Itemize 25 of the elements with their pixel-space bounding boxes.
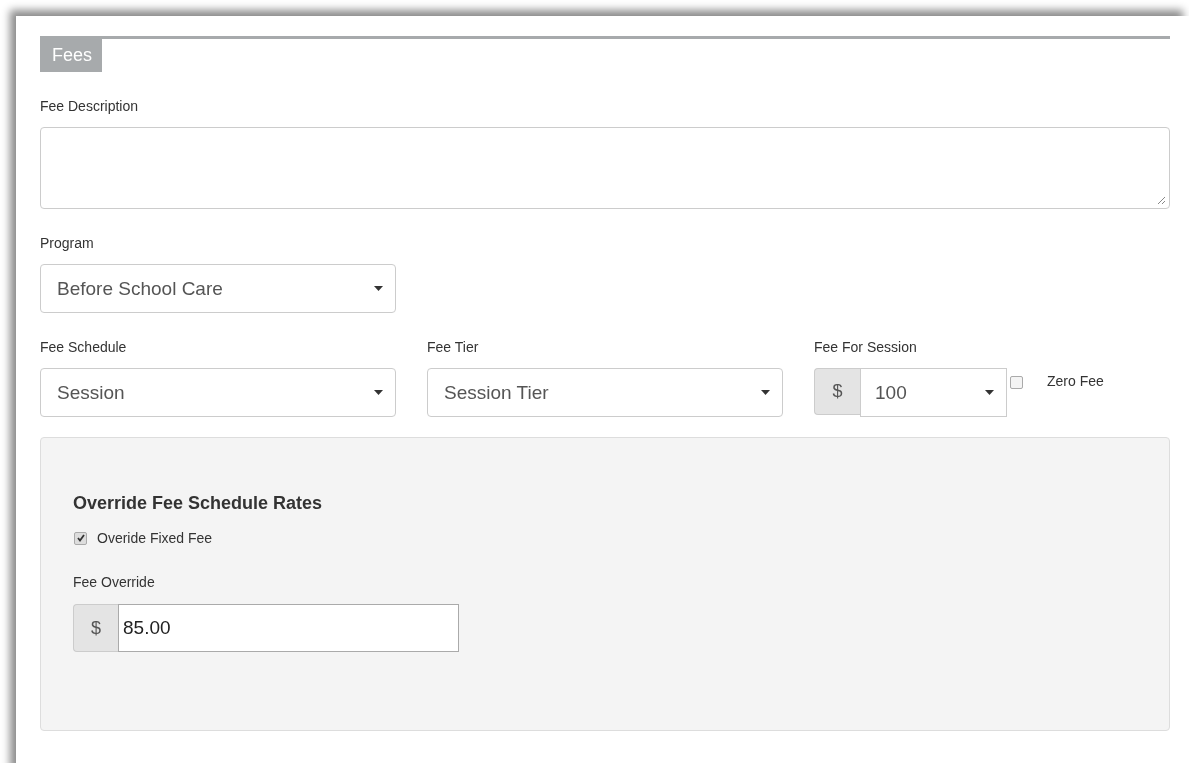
checkbox[interactable] xyxy=(1010,376,1023,389)
dropdown-select[interactable]: Session xyxy=(40,368,396,417)
description-field[interactable] xyxy=(40,127,1170,209)
field-label: Fee For Session xyxy=(814,339,918,355)
field-label: Fee Schedule xyxy=(40,339,128,355)
section-title: Fees xyxy=(40,39,103,72)
program-select[interactable]: Before School Care xyxy=(40,264,396,313)
caret-icon xyxy=(374,389,383,396)
checkbox-label[interactable]: Overide Fixed Fee xyxy=(97,530,213,546)
panel-title: Override Fee Schedule Rates xyxy=(73,493,324,514)
amount-select[interactable]: 100 xyxy=(860,368,1007,417)
checkbox[interactable] xyxy=(74,531,87,545)
fee-override-field[interactable]: 85.00 xyxy=(118,604,459,652)
checkbox-label[interactable]: Zero Fee xyxy=(1047,373,1104,389)
field-label: Fee Override xyxy=(73,574,156,590)
currency-addon: $ xyxy=(73,604,118,652)
caret-icon xyxy=(985,389,994,396)
field-label: Program xyxy=(40,235,95,251)
caret-icon xyxy=(761,389,770,396)
field-label: Fee Tier xyxy=(427,339,480,355)
caret-icon xyxy=(374,285,383,292)
field-label: Fee Description xyxy=(40,98,140,114)
dropdown-select[interactable]: Session Tier xyxy=(427,368,783,417)
currency-addon: $ xyxy=(814,368,860,415)
resize-grip-icon[interactable] xyxy=(1156,195,1166,205)
